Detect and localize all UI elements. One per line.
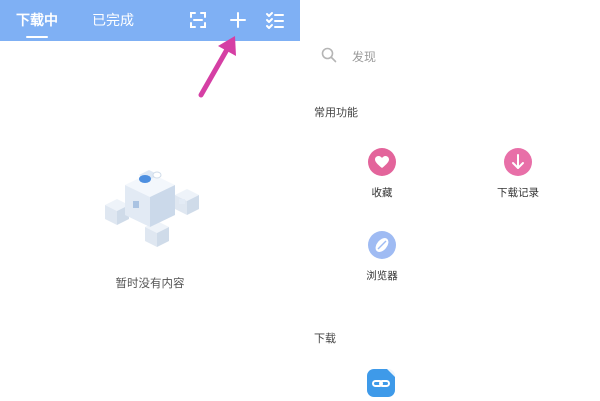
download-arrow-icon <box>504 148 532 176</box>
download-history-button[interactable]: 下载记录 <box>478 148 558 200</box>
compass-icon <box>368 231 396 259</box>
search-placeholder: 发现 <box>352 50 377 64</box>
browser-button[interactable]: 浏览器 <box>342 231 422 283</box>
download-history-label: 下载记录 <box>497 187 539 199</box>
tile-fold <box>387 369 395 377</box>
scan-icon[interactable] <box>188 10 208 30</box>
right-panel: 发现 常用功能 收藏 下载记录 浏览器 下载 <box>300 0 600 400</box>
section-title-download: 下载 <box>314 332 336 345</box>
left-panel: 下载中 已完成 暂时没有内容 <box>0 0 300 400</box>
favorites-label: 收藏 <box>371 187 393 199</box>
top-bar: 下载中 已完成 <box>0 0 300 41</box>
heart-icon <box>368 148 396 176</box>
search-icon <box>321 47 337 63</box>
tab-completed[interactable]: 已完成 <box>92 10 134 30</box>
plus-icon[interactable] <box>228 10 248 30</box>
link-file-icon[interactable] <box>367 369 395 397</box>
tab-downloading[interactable]: 下载中 <box>16 10 58 38</box>
checklist-icon[interactable] <box>265 10 285 30</box>
empty-box-illustration <box>105 170 199 247</box>
search-bar[interactable]: 发现 <box>320 46 570 66</box>
annotation-arrow <box>198 36 236 98</box>
empty-state-text: 暂时没有内容 <box>115 276 185 290</box>
section-title-common: 常用功能 <box>314 106 358 119</box>
favorites-button[interactable]: 收藏 <box>342 148 422 200</box>
browser-label: 浏览器 <box>366 270 398 282</box>
